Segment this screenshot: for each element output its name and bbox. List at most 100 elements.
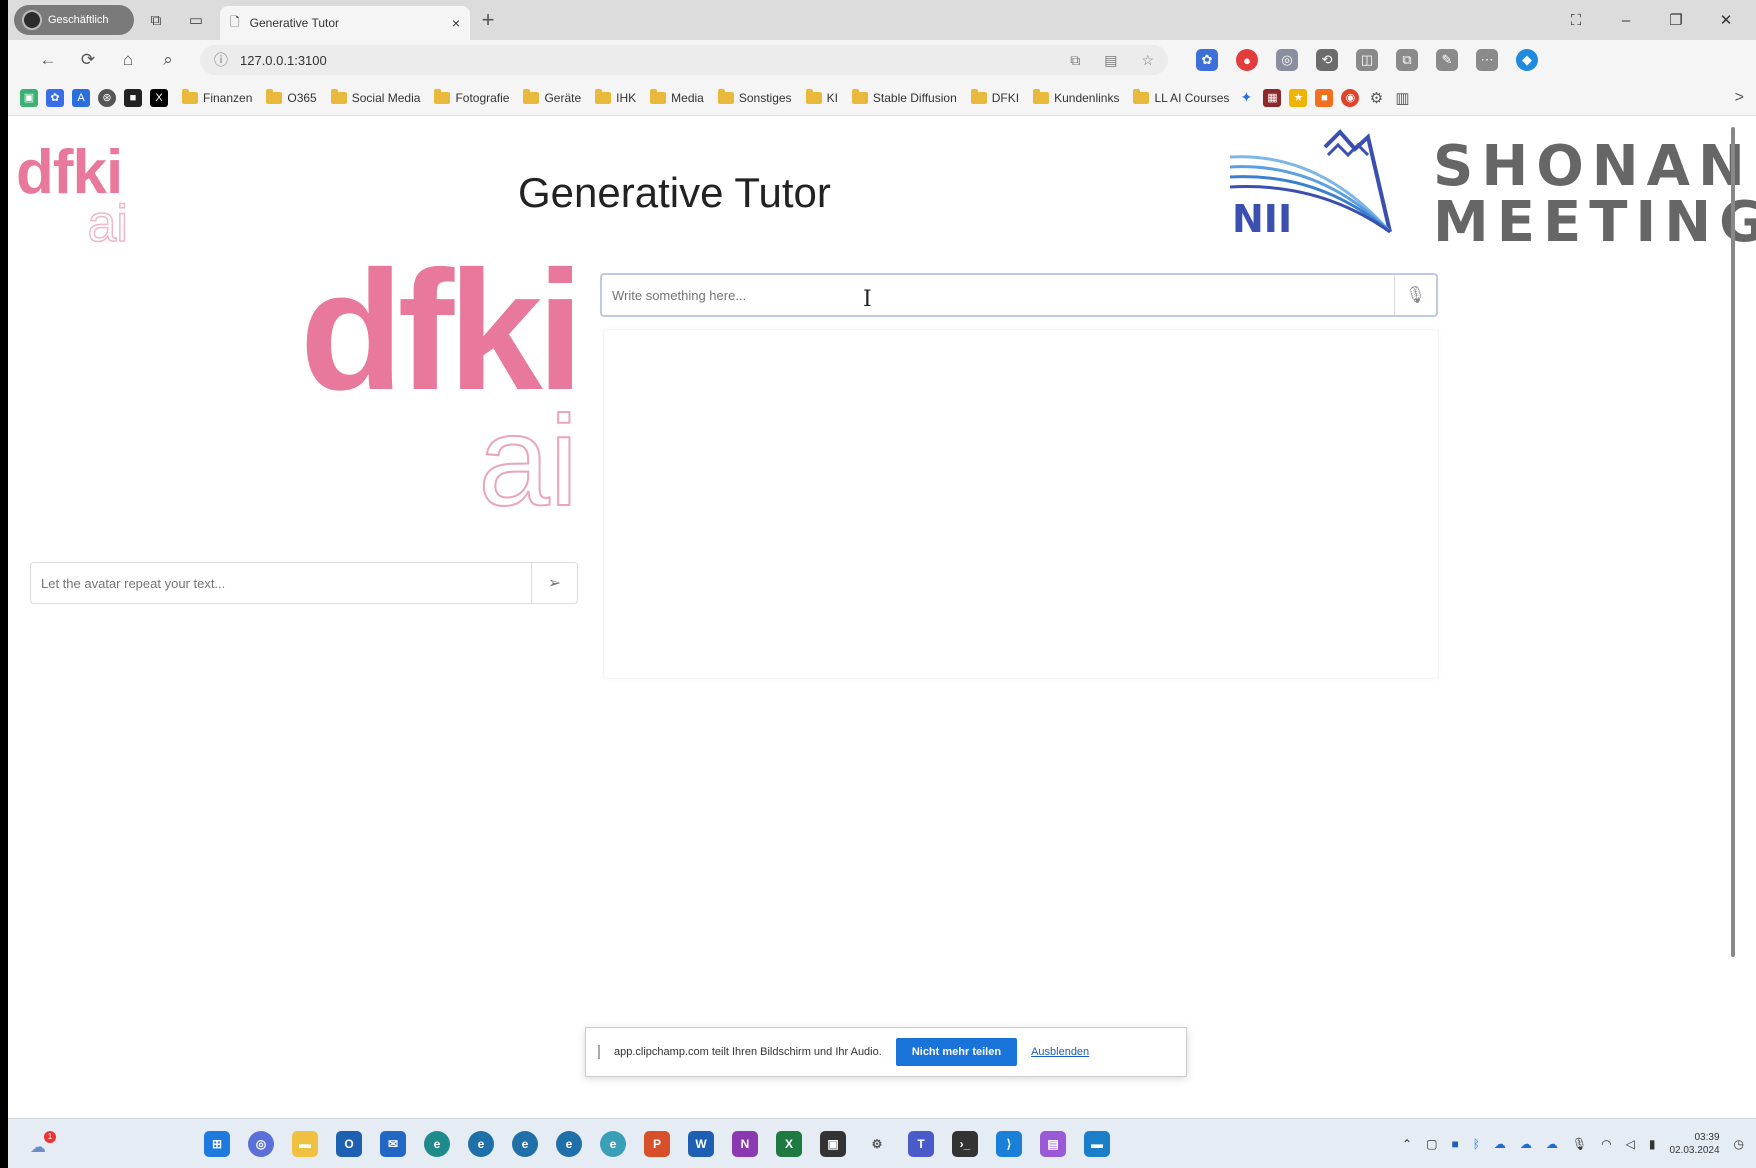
edge-icon[interactable]: e	[556, 1130, 582, 1157]
onedrive-icon[interactable]: ☁	[1546, 1137, 1558, 1151]
outlook-icon[interactable]: O	[336, 1130, 362, 1157]
wifi-icon[interactable]: ◠	[1601, 1137, 1611, 1151]
drag-handle[interactable]	[598, 1045, 600, 1059]
bookmark-folder[interactable]: Media	[650, 88, 704, 105]
bookmark-folder[interactable]: Stable Diffusion	[851, 88, 957, 105]
bookmark-folder[interactable]: Geräte	[523, 88, 581, 105]
edge-icon[interactable]: e	[600, 1130, 626, 1157]
onenote-icon[interactable]: N	[732, 1130, 758, 1157]
powerpoint-icon[interactable]: P	[644, 1130, 670, 1157]
app-icon[interactable]: ⚙	[864, 1131, 890, 1157]
bookmark-folder[interactable]: DFKI	[970, 88, 1019, 105]
microphone-icon[interactable]: 🎙	[1394, 275, 1436, 315]
excel-icon[interactable]: X	[776, 1130, 802, 1157]
file-explorer-icon[interactable]: ▬	[292, 1130, 318, 1157]
app-icon[interactable]: ▬	[1084, 1130, 1110, 1157]
battery-icon[interactable]: ▮	[1649, 1137, 1656, 1151]
home-icon[interactable]: ⌂	[108, 50, 148, 70]
window-restore-icon[interactable]: ⛶	[1556, 12, 1596, 29]
mail-icon[interactable]: ✉	[380, 1130, 406, 1157]
send-icon[interactable]: ➢	[531, 563, 577, 603]
notifications-icon[interactable]: ◷	[1734, 1137, 1744, 1151]
vscode-icon[interactable]: ⟩	[996, 1130, 1022, 1157]
bookmark-folder[interactable]: LL AI Courses	[1133, 88, 1229, 105]
tab-generative-tutor[interactable]: 🗋 Generative Tutor ×	[220, 6, 470, 40]
copilot-icon[interactable]: ◆	[1516, 49, 1538, 71]
address-url: 127.0.0.1:3100	[240, 52, 327, 68]
tab-close-icon[interactable]: ×	[452, 15, 460, 31]
extension-icon[interactable]: ✿	[1196, 49, 1218, 71]
bookmark-icon[interactable]: ▦	[1263, 88, 1282, 107]
hide-link[interactable]: Ausblenden	[1031, 1046, 1089, 1058]
stop-sharing-button[interactable]: Nicht mehr teilen	[895, 1038, 1018, 1066]
onedrive-icon[interactable]: ☁	[1520, 1137, 1532, 1151]
microphone-icon[interactable]: 🎙	[1572, 1137, 1587, 1151]
tray-icon[interactable]: ▢	[1426, 1137, 1437, 1151]
chart-icon[interactable]: ▥	[1393, 89, 1411, 107]
site-info-icon[interactable]: ⓘ	[214, 50, 228, 70]
bookmark-folder[interactable]: Kundenlinks	[1033, 88, 1119, 105]
sparkle-icon[interactable]: ✦	[1237, 89, 1255, 107]
workspaces-icon[interactable]: ⧉	[138, 5, 174, 35]
chat-input[interactable]	[602, 275, 1394, 315]
clipchamp-icon[interactable]: ▤	[1040, 1130, 1066, 1157]
bookmark-folder[interactable]: Finanzen	[182, 88, 252, 105]
maximize-icon[interactable]: ❐	[1656, 11, 1696, 29]
edge-icon[interactable]: e	[468, 1130, 494, 1157]
refresh-icon[interactable]: ⟳	[68, 50, 108, 70]
copilot-icon[interactable]: ◎	[248, 1130, 274, 1157]
close-window-icon[interactable]: ✕	[1706, 11, 1746, 29]
extension-icon[interactable]: ⟲	[1316, 49, 1338, 71]
x-icon[interactable]: X	[150, 88, 168, 107]
volume-icon[interactable]: ◁	[1626, 1137, 1635, 1151]
bookmark-folder[interactable]: O365	[266, 88, 317, 105]
bookmark-icon[interactable]: ✿	[46, 88, 64, 107]
bookmark-folder[interactable]: Fotografie	[434, 88, 509, 105]
page-scrollbar[interactable]	[1728, 117, 1738, 1117]
more-icon[interactable]: ⋯	[1476, 49, 1498, 71]
address-bar[interactable]: ⓘ 127.0.0.1:3100 ⧉ ▤ ☆	[200, 45, 1168, 75]
bookmark-icon[interactable]: ■	[124, 88, 142, 107]
split-screen-icon[interactable]: ◫	[1356, 49, 1378, 71]
new-tab-button[interactable]: +	[470, 5, 506, 35]
favorite-star-icon[interactable]: ☆	[1141, 52, 1154, 69]
avatar-repeat-input[interactable]	[31, 563, 531, 603]
bookmark-icon[interactable]: ■	[1315, 88, 1334, 107]
collections-icon[interactable]: ⧉	[1396, 49, 1418, 71]
bookmarks-more-icon[interactable]: >	[1735, 89, 1756, 107]
weather-widget[interactable]: ☁ 1	[30, 1129, 60, 1159]
bookmark-folder[interactable]: IHK	[595, 88, 636, 105]
onedrive-icon[interactable]: ☁	[1494, 1137, 1506, 1151]
teams-icon[interactable]: T	[908, 1130, 934, 1157]
app-available-icon[interactable]: ⧉	[1070, 52, 1080, 69]
tray-icon[interactable]: ■	[1451, 1137, 1458, 1151]
bookmark-icon[interactable]: ⊛	[98, 88, 116, 107]
bookmark-folder[interactable]: Social Media	[330, 88, 420, 105]
tray-overflow-icon[interactable]: ⌃	[1402, 1137, 1412, 1151]
clock[interactable]: 03:39 02.03.2024	[1669, 1131, 1719, 1157]
bookmark-icon[interactable]: A	[72, 88, 90, 107]
bluetooth-icon[interactable]: ᛒ	[1473, 1137, 1480, 1151]
back-icon[interactable]: ←	[28, 50, 68, 70]
adblock-icon[interactable]: ●	[1236, 49, 1258, 71]
word-icon[interactable]: W	[688, 1130, 714, 1157]
profile-button[interactable]: Geschäftlich	[14, 5, 134, 35]
tab-actions-icon[interactable]: ▭	[178, 5, 214, 35]
bookmark-icon[interactable]: ▣	[20, 88, 38, 107]
edge-icon[interactable]: e	[512, 1130, 538, 1157]
extensions-puzzle-icon[interactable]: ✎	[1436, 49, 1458, 71]
bookmark-icon[interactable]: ★	[1289, 88, 1308, 107]
bookmark-icon[interactable]: ◉	[1341, 88, 1360, 107]
search-icon[interactable]: ⌕	[148, 50, 188, 70]
terminal-icon[interactable]: ›_	[952, 1130, 978, 1157]
edge-icon[interactable]: e	[424, 1130, 450, 1157]
extension-icon[interactable]: ◎	[1276, 49, 1298, 71]
start-icon[interactable]: ⊞	[204, 1130, 230, 1157]
scrollbar-thumb[interactable]	[1731, 127, 1735, 957]
bookmark-folder[interactable]: Sonstiges	[717, 88, 792, 105]
bookmark-folder[interactable]: KI	[805, 88, 838, 105]
settings-icon[interactable]: ⚙	[1367, 89, 1385, 107]
minimize-icon[interactable]: –	[1606, 12, 1646, 29]
reader-view-icon[interactable]: ▤	[1104, 52, 1117, 69]
app-icon[interactable]: ▣	[820, 1130, 846, 1157]
